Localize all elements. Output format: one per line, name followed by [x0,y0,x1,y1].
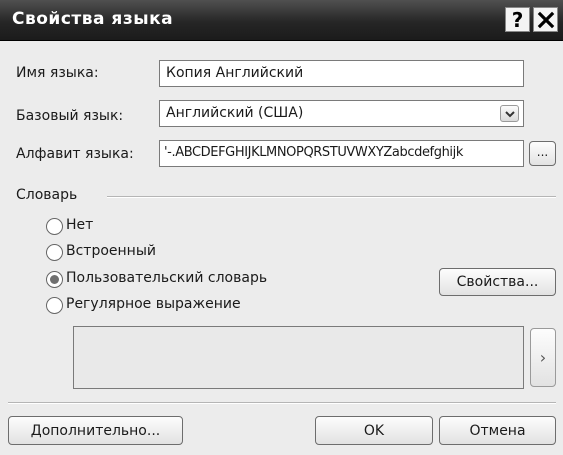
radio-none[interactable] [46,218,63,235]
help-icon: ? [511,7,524,32]
base-language-select[interactable]: Английский (США) [159,100,524,127]
chevron-down-icon [504,110,515,117]
alphabet-label: Алфавит языка: [16,146,134,162]
dictionary-content-area[interactable] [73,326,524,389]
title-bar: Свойства языка ? [0,0,563,41]
dictionary-properties-button[interactable]: Свойства... [439,268,556,296]
dropdown-arrow[interactable] [500,105,519,122]
language-properties-dialog: Свойства языка ? Имя языка: Копия Англий… [0,0,563,455]
base-language-label: Базовый язык: [16,108,124,124]
base-language-value: Английский (США) [166,105,304,121]
close-icon [537,11,554,28]
dictionary-group-divider [107,196,556,198]
radio-builtin[interactable] [46,244,63,261]
alphabet-browse-button[interactable]: ... [529,141,556,166]
radio-none-label: Нет [66,217,94,233]
dictionary-group-label: Словарь [16,187,78,203]
language-name-field[interactable]: Копия Английский [159,60,524,87]
dialog-title: Свойства языка [12,9,174,29]
close-button[interactable] [533,7,558,32]
footer-divider [8,402,556,404]
radio-regex-label: Регулярное выражение [66,296,241,312]
advanced-button[interactable]: Дополнительно... [8,416,183,445]
dictionary-side-button[interactable]: › [530,328,556,387]
radio-builtin-label: Встроенный [66,243,156,259]
cancel-button[interactable]: Отмена [439,416,556,445]
radio-custom-dictionary[interactable] [46,271,63,288]
alphabet-field[interactable]: '-.ABCDEFGHIJKLMNOPQRSTUVWXYZabcdefghijk [159,140,524,167]
radio-regex[interactable] [46,297,63,314]
language-name-label: Имя языка: [16,65,99,81]
radio-custom-dictionary-label: Пользовательский словарь [66,270,268,286]
ok-button[interactable]: OK [315,416,433,445]
help-button[interactable]: ? [505,7,530,32]
